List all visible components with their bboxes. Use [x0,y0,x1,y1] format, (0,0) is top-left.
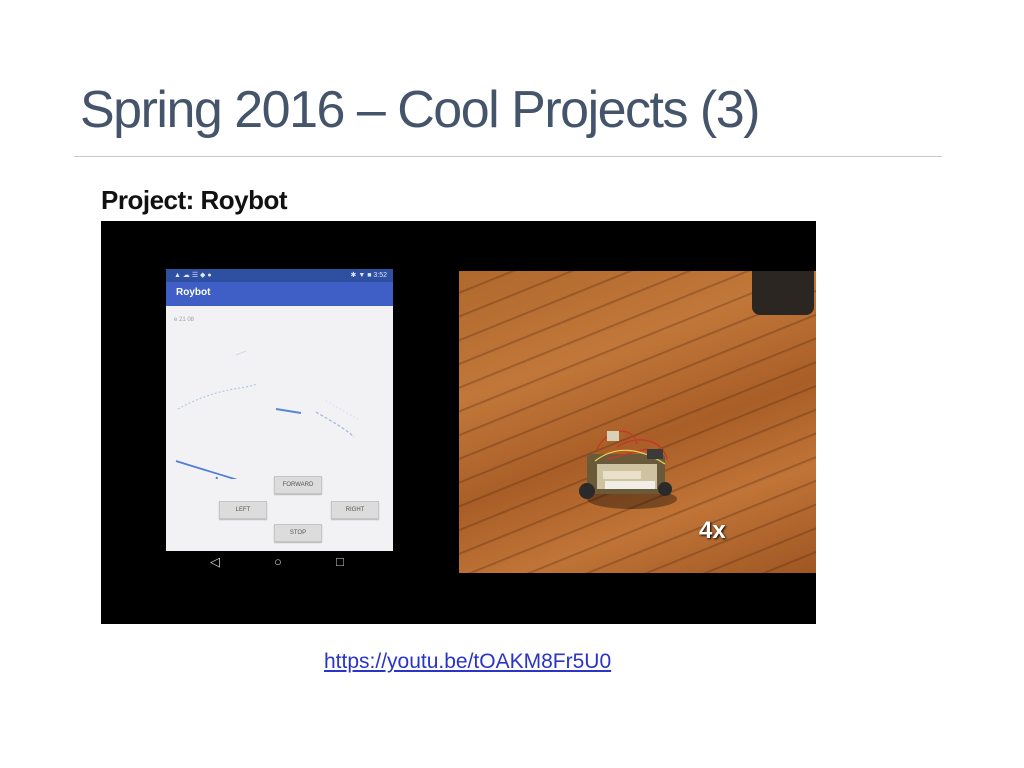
recents-icon[interactable]: □ [336,554,344,570]
youtube-link[interactable]: https://youtu.be/tOAKM8Fr5U0 [324,650,611,674]
robot-image [579,430,677,509]
stop-button[interactable]: STOP [274,524,322,542]
speed-overlay: 4x [699,517,726,544]
lidar-map [175,350,362,479]
background-object [752,271,814,315]
slide-title: Spring 2016 – Cool Projects (3) [80,81,761,139]
status-clock: ✱ ▼ ■ 3:52 [350,272,387,279]
phone-status-bar: ▲ ☁ ☰ ◆ ● ✱ ▼ ■ 3:52 [166,269,393,282]
left-button[interactable]: LEFT [219,501,267,519]
home-icon[interactable]: ○ [274,554,282,570]
forward-button[interactable]: FORWARD [274,476,322,494]
phone-screen: ▲ ☁ ☰ ◆ ● ✱ ▼ ■ 3:52 Roybot e 21 08 FORW… [166,269,393,551]
right-button[interactable]: RIGHT [331,501,379,519]
status-icons: ▲ ☁ ☰ ◆ ● [174,272,212,279]
app-title: Roybot [176,287,211,298]
video-embed[interactable]: ▲ ☁ ☰ ◆ ● ✱ ▼ ■ 3:52 Roybot e 21 08 FORW… [101,221,816,624]
project-label: Project: Roybot [101,185,288,215]
back-icon[interactable]: ◁ [210,554,220,570]
app-bar: Roybot [166,282,393,306]
coordinate-readout: e 21 08 [174,317,195,323]
title-divider [74,156,942,157]
robot-floor-footage: 4x [459,271,816,573]
phone-nav-bar: ◁ ○ □ [166,551,393,573]
